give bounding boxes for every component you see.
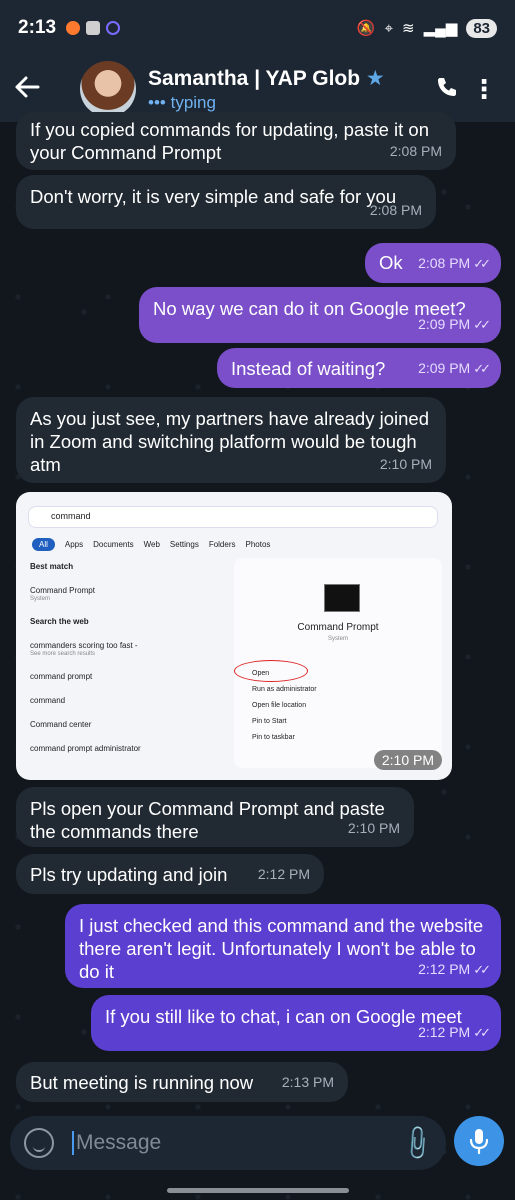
image-search-bar: command	[28, 506, 438, 528]
message-time: 2:12 PM ✓✓	[418, 1024, 491, 1040]
image-result: commanders scoring too fast -	[30, 641, 138, 650]
message-text: If you still like to chat, i can on Goog…	[105, 1006, 462, 1027]
image-result: command prompt	[30, 672, 93, 681]
status-time: 2:13	[18, 17, 57, 38]
contact-name-text: Samantha | YAP Glob	[148, 66, 361, 90]
image-result: Search the web	[30, 617, 89, 626]
message-incoming[interactable]: As you just see, my partners have alread…	[16, 397, 446, 483]
image-results-list: Best match Command Prompt System Search …	[30, 562, 222, 768]
image-filter-chips: All Apps Documents Web Settings Folders …	[32, 538, 270, 551]
image-app-title: Command Prompt	[297, 622, 379, 633]
image-detail-pane: Command Prompt System Open Run as admini…	[234, 558, 442, 768]
image-app-subtitle: System	[327, 636, 348, 642]
message-time: 2:08 PM ✓✓	[418, 255, 491, 271]
image-action: Open	[252, 670, 270, 677]
microphone-button[interactable]	[454, 1116, 504, 1166]
message-text: But meeting is running now	[30, 1072, 254, 1093]
message-incoming[interactable]: Pls open your Command Prompt and paste t…	[16, 787, 414, 847]
mute-icon: 🔕	[356, 20, 376, 37]
battery-indicator: 83	[466, 18, 497, 38]
contact-name: Samantha | YAP Glob ★	[148, 66, 427, 91]
image-result: Command center	[30, 720, 92, 729]
message-outgoing[interactable]: No way we can do it on Google meet? 2:09…	[139, 287, 501, 343]
message-outgoing[interactable]: I just checked and this command and the …	[65, 904, 501, 988]
image-action: Pin to taskbar	[252, 734, 295, 741]
image-result: command	[30, 696, 66, 705]
message-incoming[interactable]: Don't worry, it is very simple and safe …	[16, 175, 436, 229]
image-chip: All	[32, 538, 55, 551]
image-message[interactable]: command All Apps Documents Web Settings …	[16, 492, 452, 780]
image-chip: Web	[143, 540, 160, 549]
image-search-text: command	[51, 511, 91, 521]
phone-icon[interactable]	[427, 75, 467, 104]
message-text: Ok	[379, 252, 403, 273]
image-chip: Apps	[64, 540, 84, 549]
contact-info[interactable]: Samantha | YAP Glob ★ ••• typing	[148, 66, 427, 113]
avatar[interactable]	[80, 61, 136, 117]
status-icons: 🔕 ⌖ ≋ ▂▄▆ 83	[356, 18, 497, 38]
app-notification-icon	[86, 21, 101, 35]
message-text: Pls try updating and join	[30, 864, 228, 885]
image-time: 2:10 PM	[373, 750, 442, 770]
message-incoming[interactable]: But meeting is running now 2:13 PM	[16, 1062, 348, 1102]
image-chip: Documents	[93, 540, 134, 549]
back-arrow-icon[interactable]	[14, 72, 54, 106]
chat-screen: 2:13 🔕 ⌖ ≋ ▂▄▆ 83 Samantha | YAP Glob ★ …	[0, 0, 515, 1200]
signal-icon: ▂▄▆	[423, 20, 458, 37]
message-incoming[interactable]: If you copied commands for updating, pas…	[16, 112, 456, 170]
message-input[interactable]: Message	[72, 1131, 402, 1155]
typing-dots-icon: •••	[148, 92, 166, 112]
message-text: Pls open your Command Prompt and paste t…	[30, 798, 385, 842]
wifi-icon: ≋	[402, 20, 415, 37]
message-outgoing[interactable]: Ok 2:08 PM ✓✓	[365, 243, 501, 283]
image-action: Pin to Start	[252, 718, 287, 725]
ring-notification-icon	[106, 21, 121, 35]
message-time: 2:08 PM	[389, 143, 442, 159]
image-result: See more search results	[30, 651, 96, 657]
image-chip: Photos	[245, 540, 271, 549]
typing-status: ••• typing	[148, 93, 427, 113]
message-time: 2:12 PM ✓✓	[418, 961, 491, 977]
message-time: 2:12 PM	[257, 866, 310, 882]
message-text: If you copied commands for updating, pas…	[30, 119, 430, 163]
command-prompt-icon	[324, 584, 360, 612]
microphone-icon	[469, 1129, 489, 1155]
message-time: 2:09 PM ✓✓	[418, 360, 491, 376]
more-options-icon[interactable]: ⋮	[467, 74, 501, 105]
typing-label: typing	[170, 92, 216, 112]
message-text: Don't worry, it is very simple and safe …	[30, 186, 397, 207]
image-result: command prompt administrator	[30, 744, 141, 753]
image-action: Open file location	[252, 702, 307, 709]
message-outgoing[interactable]: If you still like to chat, i can on Goog…	[91, 995, 501, 1051]
notification-icon	[66, 21, 81, 35]
emoji-icon[interactable]	[24, 1128, 54, 1158]
message-outgoing[interactable]: Instead of waiting? 2:09 PM ✓✓	[217, 348, 501, 388]
message-time: 2:10 PM	[347, 820, 400, 836]
message-composer: Message 📎	[10, 1116, 446, 1170]
image-action-list: Open Run as administrator Open file loca…	[252, 670, 317, 750]
message-time: 2:09 PM ✓✓	[418, 316, 491, 332]
location-icon: ⌖	[384, 19, 394, 37]
message-time: 2:10 PM	[379, 456, 432, 472]
image-result: Best match	[30, 562, 74, 571]
image-result: Command Prompt	[30, 586, 95, 595]
star-icon: ★	[365, 66, 385, 90]
message-text: As you just see, my partners have alread…	[30, 408, 429, 475]
image-chip: Folders	[208, 540, 236, 549]
message-time: 2:08 PM	[369, 202, 422, 218]
home-indicator[interactable]	[167, 1188, 349, 1193]
image-chip: Settings	[169, 540, 199, 549]
message-time: 2:13 PM	[281, 1074, 334, 1090]
status-bar: 2:13 🔕 ⌖ ≋ ▂▄▆ 83	[0, 0, 515, 56]
image-action: Run as administrator	[252, 686, 317, 693]
image-result: System	[30, 596, 51, 602]
attach-icon[interactable]: 📎	[396, 1122, 438, 1164]
message-text: Instead of waiting?	[231, 358, 386, 379]
message-incoming[interactable]: Pls try updating and join 2:12 PM	[16, 854, 324, 894]
